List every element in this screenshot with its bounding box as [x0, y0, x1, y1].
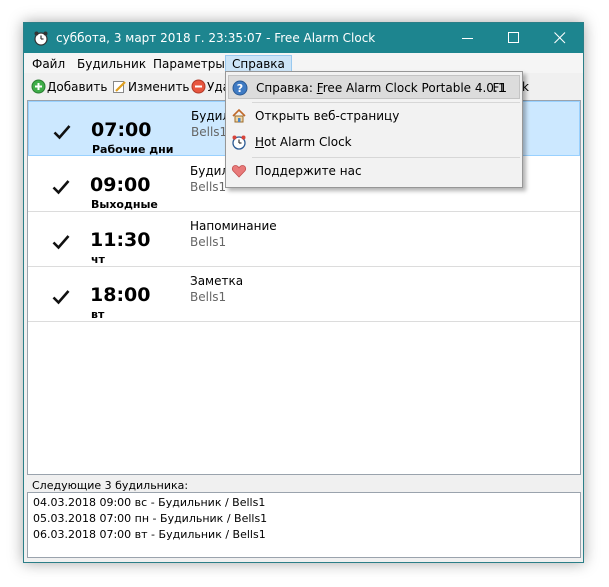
alarm-time: 11:30	[90, 229, 151, 251]
alarm-sound: Bells1	[191, 125, 228, 139]
alarm-clock-icon	[34, 31, 48, 46]
help-icon: ?	[232, 80, 248, 96]
menu-settings[interactable]: Параметры	[147, 55, 231, 72]
alarm-time: 18:00	[90, 284, 151, 306]
menu-help[interactable]: Справка	[225, 55, 292, 72]
next-alarms-label: Следующие 3 будильника:	[32, 479, 189, 492]
alarm-name: Напоминание	[190, 219, 277, 233]
maximize-icon	[508, 32, 519, 43]
alarm-row[interactable]: 11:30 чт Напоминание Bells1	[28, 212, 580, 267]
alarm-days: Выходные	[91, 198, 158, 211]
alarm-time: 07:00	[91, 119, 152, 141]
menu-separator	[252, 157, 520, 158]
home-icon	[232, 108, 246, 123]
add-button[interactable]: Добавить	[31, 78, 107, 96]
menu-file[interactable]: Файл	[26, 55, 71, 72]
add-label: Добавить	[47, 80, 108, 94]
menu-item-about[interactable]: ? Справка: Free Alarm Clock Portable 4.0…	[228, 75, 520, 99]
menu-item-label: Открыть веб-страницу	[255, 109, 400, 123]
edit-label: Изменить	[128, 80, 190, 94]
maximize-button[interactable]	[491, 23, 537, 53]
toolbar-hidden-tail: k	[522, 80, 529, 94]
minimize-button[interactable]	[445, 23, 491, 53]
close-button[interactable]	[537, 23, 583, 53]
alarm-name: Заметка	[190, 274, 244, 288]
alarm-clock-icon	[232, 135, 246, 150]
alarm-days: вт	[91, 308, 105, 321]
heart-icon	[231, 165, 247, 178]
next-alarms-list: 04.03.2018 09:00 вс - Будильник / Bells1…	[27, 492, 581, 558]
alarm-sound: Bells1	[190, 235, 227, 249]
edit-button[interactable]: Изменить	[112, 78, 190, 96]
alarm-row[interactable]: 18:00 вт Заметка Bells1	[28, 267, 580, 322]
list-item: 05.03.2018 07:00 пн - Будильник / Bells1	[33, 512, 268, 525]
svg-text:?: ?	[237, 82, 243, 95]
menu-item-label: Hot Alarm Clock	[255, 135, 352, 149]
alarm-name: Будил	[190, 164, 230, 178]
menu-item-label: Поддержите нас	[255, 164, 362, 178]
checkbox-checked-icon[interactable]	[52, 289, 70, 305]
list-item: 04.03.2018 09:00 вс - Будильник / Bells1	[33, 496, 266, 509]
delete-icon	[191, 79, 206, 94]
close-icon	[554, 32, 566, 44]
menu-item-website[interactable]: Открыть веб-страницу	[228, 104, 520, 128]
title-bar[interactable]: суббота, 3 март 2018 г. 23:35:07 - Free …	[24, 23, 583, 53]
menu-alarm[interactable]: Будильник	[71, 55, 152, 72]
alarm-sound: Bells1	[190, 180, 227, 194]
menu-item-hot-alarm-clock[interactable]: Hot Alarm Clock	[228, 130, 520, 154]
minimize-icon	[462, 38, 473, 39]
alarm-time: 09:00	[90, 174, 151, 196]
menu-item-shortcut: F1	[492, 81, 507, 95]
alarm-sound: Bells1	[190, 290, 227, 304]
add-icon	[31, 79, 46, 94]
menu-bar: Файл Будильник Параметры Справка	[24, 53, 583, 73]
checkbox-checked-icon[interactable]	[52, 234, 70, 250]
menu-separator	[252, 102, 520, 103]
list-item: 06.03.2018 07:00 вт - Будильник / Bells1	[33, 528, 266, 541]
window-title: суббота, 3 март 2018 г. 23:35:07 - Free …	[56, 31, 376, 45]
checkbox-checked-icon[interactable]	[53, 124, 71, 140]
menu-item-label: Справка: Free Alarm Clock Portable 4.0.1	[256, 81, 506, 95]
edit-icon	[113, 81, 126, 93]
checkbox-checked-icon[interactable]	[52, 179, 70, 195]
menu-item-support[interactable]: Поддержите нас	[228, 159, 520, 183]
alarm-days: чт	[91, 253, 105, 266]
help-dropdown-menu: ? Справка: Free Alarm Clock Portable 4.0…	[225, 71, 523, 188]
alarm-days: Рабочие дни	[92, 143, 174, 156]
